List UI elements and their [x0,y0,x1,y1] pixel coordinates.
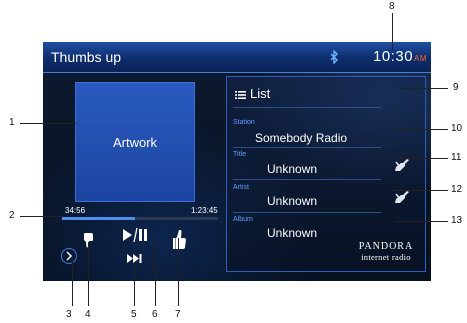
callout-line [394,158,448,159]
progress-bar[interactable] [62,217,218,220]
callout-10: 10 [451,123,463,134]
bluetooth-icon [330,50,338,64]
elapsed-time: 34:56 [65,206,86,215]
divider [233,147,381,148]
album-artwork: Artwork [75,82,195,202]
pandora-logo: PANDORA internet radio [353,241,419,262]
divider [233,212,381,213]
callout-12: 12 [451,184,463,195]
pandora-tagline: internet radio [361,252,411,262]
top-bar: Thumbs up 10:30AM [43,42,431,73]
title-label: Title [233,151,246,158]
clock-time: 10:30 [373,48,414,65]
clock: 10:30AM [373,48,427,65]
divider [233,107,381,108]
callout-line [394,190,448,191]
callout-line [155,238,156,306]
callout-13: 13 [451,215,463,226]
callout-line [400,88,448,89]
callout-line [20,123,76,124]
skip-forward-button[interactable] [127,253,143,264]
screen-title: Thumbs up [51,49,122,65]
track-info-panel: List Station Somebody Radio Title Unknow… [226,76,426,272]
list-label: List [250,86,271,101]
callout-line [394,221,448,222]
artist-label: Artist [233,184,249,191]
title-thumb-rating-icon [395,159,409,171]
callout-line [394,129,448,130]
callout-4: 4 [85,309,91,320]
callout-2: 2 [9,210,15,221]
artist-value: Unknown [267,194,318,208]
clock-ampm: AM [414,54,428,63]
callout-line [72,256,73,306]
album-value: Unknown [267,226,318,240]
callout-8: 8 [389,1,395,12]
thumbs-up-button[interactable] [172,228,188,250]
pandora-wordmark: PANDORA [358,241,414,252]
divider [233,179,381,180]
title-value: Unknown [267,162,318,176]
callout-7: 7 [175,309,181,320]
album-label: Album [233,216,253,223]
callout-11: 11 [451,152,462,163]
station-label: Station [233,119,255,126]
callout-line [20,216,64,217]
callout-3: 3 [66,309,72,320]
progress-fill [62,217,136,220]
back-button[interactable] [61,248,77,264]
callout-1: 1 [9,117,15,128]
callout-5: 5 [131,309,137,320]
list-icon [235,90,246,99]
station-value: Somebody Radio [255,131,348,145]
artwork-label: Artwork [112,135,158,150]
callout-line [178,238,179,306]
total-time: 1:23:45 [191,206,218,215]
play-pause-button[interactable] [122,228,150,242]
list-button[interactable]: List [235,86,270,101]
callout-6: 6 [152,309,158,320]
callout-line [88,242,89,306]
callout-line [392,13,393,50]
artist-thumb-rating-icon [395,191,409,203]
head-unit-screen: Thumbs up 10:30AM Artwork 34:56 1:23:45 [43,42,431,281]
callout-9: 9 [453,82,459,93]
callout-line [134,263,135,306]
